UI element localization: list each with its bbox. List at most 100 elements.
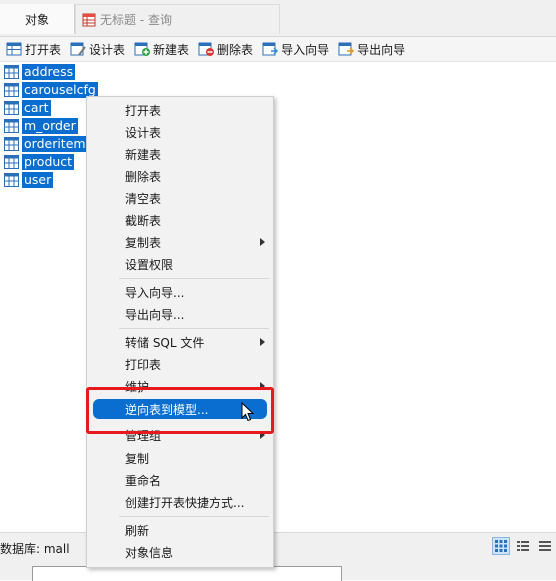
open-table-button[interactable]: 打开表 [6,38,61,60]
tab-objects-label: 对象 [24,12,49,27]
menu-item-import-wizard[interactable]: 导入向导... [87,282,273,302]
list-item-orderitem[interactable]: orderitem [4,135,98,153]
menu-item-label: 维护 [125,379,150,394]
menu-item-label: 复制 [125,451,150,466]
table-icon [4,173,19,187]
table-icon [4,119,19,133]
menu-item-maintain[interactable]: 维护 [87,376,273,396]
delete-table-label: 删除表 [217,42,254,57]
menu-separator [119,328,269,329]
table-icon [4,155,19,169]
tab-query[interactable]: 无标题 - 查询 [75,4,280,34]
menu-item-set-permissions[interactable]: 设置权限 [87,254,273,274]
delete-table-icon [198,42,215,56]
table-list: address carouselcfg cart m_order orderit… [4,63,98,189]
table-name: product [22,154,75,170]
mouse-cursor-icon [241,402,255,422]
detail-view-icon [539,541,551,551]
menu-item-label: 对象信息 [125,545,174,560]
menu-item-label: 复制表 [125,235,162,250]
context-menu: 打开表 设计表 新建表 删除表 清空表 截断表 复制表 设置权限 导入向导...… [86,96,274,568]
bottom-panel-box [32,566,342,581]
menu-item-new-table[interactable]: 新建表 [87,144,273,164]
menu-item-label: 管理组 [125,428,162,443]
list-item-cart[interactable]: cart [4,99,98,117]
tab-objects[interactable]: 对象 [0,4,75,34]
menu-item-design-table[interactable]: 设计表 [87,122,273,142]
table-icon [4,65,19,79]
new-table-icon [134,42,151,56]
menu-item-label: 创建打开表快捷方式... [125,495,245,510]
menu-item-delete-table[interactable]: 删除表 [87,166,273,186]
list-view-icon [517,541,529,551]
table-name: cart [22,100,51,116]
submenu-arrow-icon [260,431,265,439]
menu-item-label: 导出向导... [125,307,185,322]
query-table-icon [82,13,96,26]
grid-view-button[interactable] [492,537,510,555]
open-table-label: 打开表 [25,42,62,57]
menu-item-label: 截断表 [125,213,162,228]
design-table-button[interactable]: 设计表 [70,38,125,60]
menu-item-copy-table[interactable]: 复制表 [87,232,273,252]
list-item-m-order[interactable]: m_order [4,117,98,135]
menu-item-open-table[interactable]: 打开表 [87,100,273,120]
list-item-address[interactable]: address [4,63,98,81]
menu-item-label: 删除表 [125,169,162,184]
open-table-icon [6,42,22,56]
menu-item-manage-groups[interactable]: 管理组 [87,425,273,445]
tab-bar: 对象 无标题 - 查询 [0,0,556,37]
menu-item-label: 重命名 [125,473,162,488]
table-name: orderitem [22,136,88,152]
grid-view-icon [495,540,507,552]
menu-item-rename[interactable]: 重命名 [87,470,273,490]
export-wizard-button[interactable]: 导出向导 [338,38,405,60]
menu-item-create-shortcut[interactable]: 创建打开表快捷方式... [87,492,273,512]
new-table-label: 新建表 [153,42,190,57]
menu-item-label: 打印表 [125,357,162,372]
menu-item-label: 导入向导... [125,285,185,300]
table-name: m_order [22,118,78,134]
export-wizard-label: 导出向导 [357,42,406,57]
menu-item-empty-table[interactable]: 清空表 [87,188,273,208]
menu-item-copy[interactable]: 复制 [87,448,273,468]
table-icon [4,137,19,151]
submenu-arrow-icon [260,338,265,346]
menu-item-label: 转储 SQL 文件 [125,335,205,350]
table-name: user [22,172,54,188]
status-database: 数据库: mall [0,542,70,556]
import-wizard-icon [262,42,279,56]
menu-item-label: 清空表 [125,191,162,206]
table-name: address [22,64,76,80]
menu-item-truncate-table[interactable]: 截断表 [87,210,273,230]
detail-view-button[interactable] [536,537,554,555]
menu-item-object-info[interactable]: 对象信息 [87,542,273,562]
toolbar: 打开表 设计表 新建表 删除表 导入向导 导出向导 [0,37,556,62]
menu-item-print-table[interactable]: 打印表 [87,354,273,374]
menu-item-label: 刷新 [125,523,150,538]
submenu-arrow-icon [260,238,265,246]
new-table-button[interactable]: 新建表 [134,38,189,60]
list-view-button[interactable] [514,537,532,555]
menu-item-label: 新建表 [125,147,162,162]
design-table-icon [70,42,86,56]
menu-separator [119,516,269,517]
menu-item-label: 打开表 [125,103,162,118]
list-item-product[interactable]: product [4,153,98,171]
menu-item-label: 设计表 [125,125,162,140]
menu-item-label: 逆向表到模型... [125,402,209,417]
menu-item-export-wizard[interactable]: 导出向导... [87,304,273,324]
delete-table-button[interactable]: 删除表 [198,38,253,60]
list-item-carouselcfg[interactable]: carouselcfg [4,81,98,99]
table-icon [4,101,19,115]
menu-item-dump-sql[interactable]: 转储 SQL 文件 [87,332,273,352]
list-item-user[interactable]: user [4,171,98,189]
import-wizard-button[interactable]: 导入向导 [262,38,329,60]
tab-query-label: 无标题 - 查询 [100,13,172,27]
menu-item-refresh[interactable]: 刷新 [87,520,273,540]
menu-separator [119,278,269,279]
menu-item-label: 设置权限 [125,257,174,272]
table-icon [4,83,19,97]
view-mode-buttons [488,537,554,555]
design-table-label: 设计表 [89,42,126,57]
